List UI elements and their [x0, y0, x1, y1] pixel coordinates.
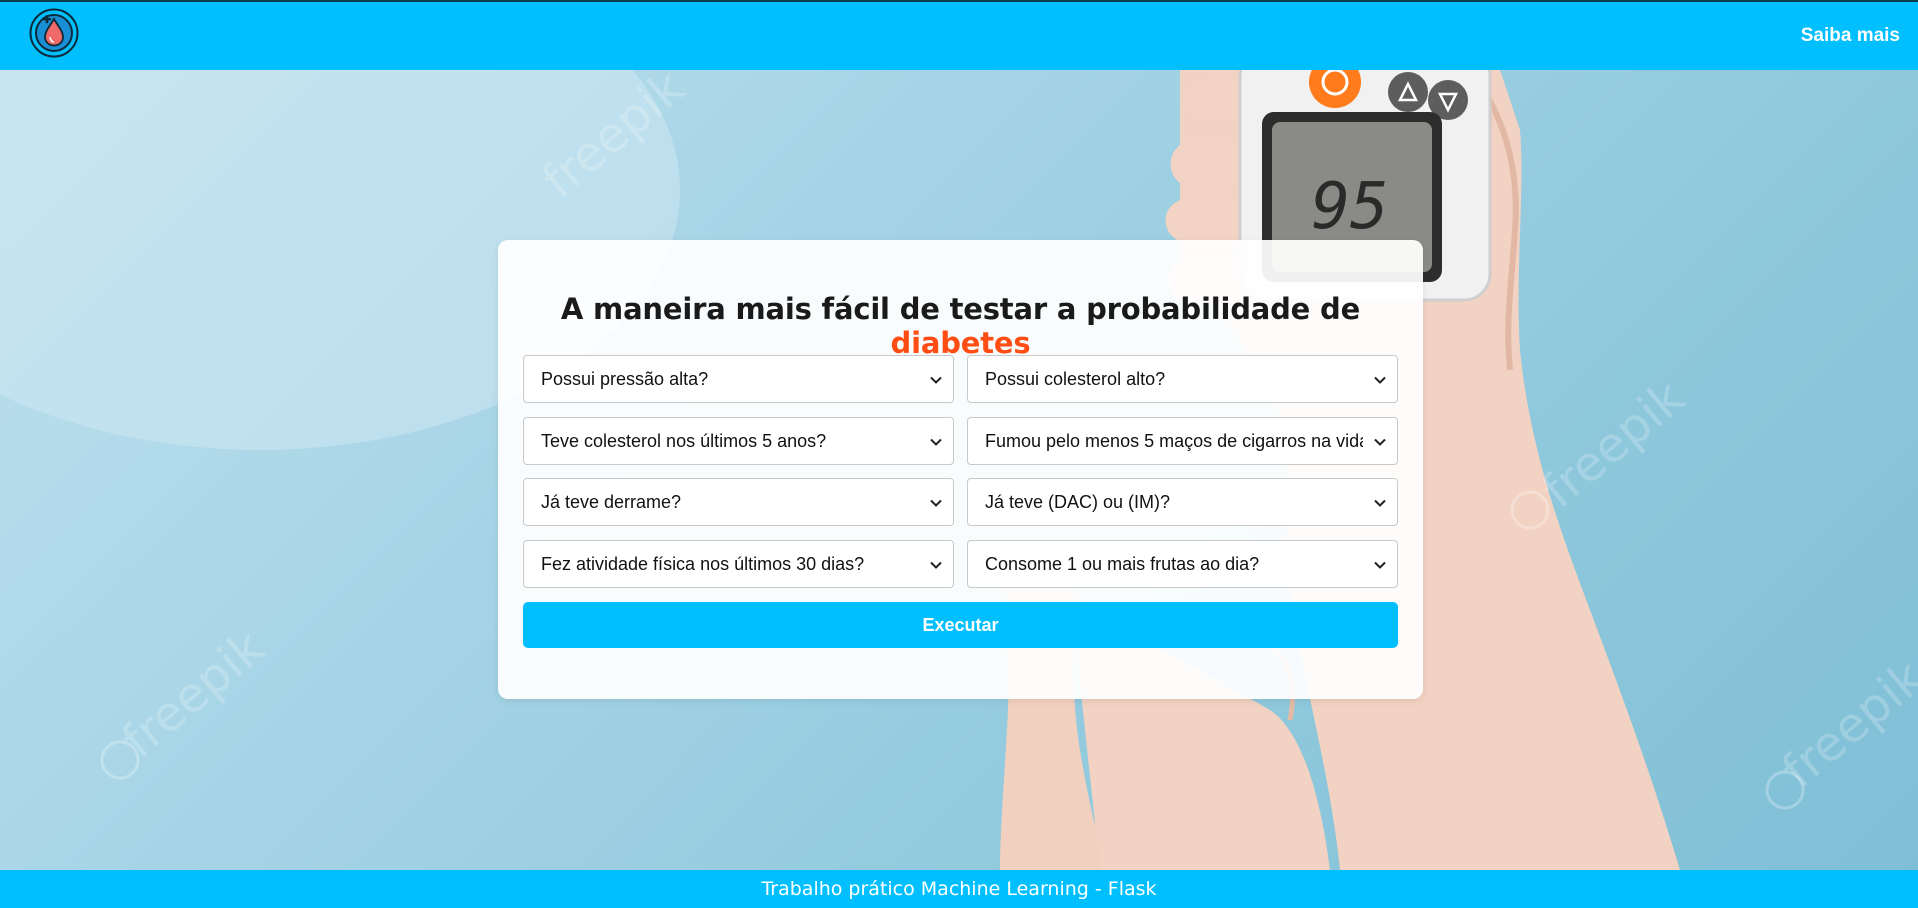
chevron-down-icon: [930, 438, 942, 446]
page-title: A maneira mais fácil de testar a probabi…: [498, 292, 1423, 360]
chevron-down-icon: [1374, 561, 1386, 569]
select-colesterol-alto[interactable]: Possui colesterol alto?: [967, 355, 1398, 403]
footer-text: Trabalho prático Machine Learning - Flas…: [761, 878, 1157, 900]
chevron-down-icon: [1374, 499, 1386, 507]
select-colesterol-5-anos[interactable]: Teve colesterol nos últimos 5 anos?: [523, 417, 954, 465]
svg-text:freepik: freepik: [1772, 649, 1918, 799]
select-frutas[interactable]: Consome 1 ou mais frutas ao dia?: [967, 540, 1398, 588]
blood-drop-icon[interactable]: [29, 8, 79, 58]
select-pressao-alta[interactable]: Possui pressão alta?: [523, 355, 954, 403]
select-fumou-cigarros[interactable]: Fumou pelo menos 5 maços de cigarros na …: [967, 417, 1398, 465]
saiba-mais-link[interactable]: Saiba mais: [1801, 25, 1900, 47]
select-atividade-fisica[interactable]: Fez atividade física nos últimos 30 dias…: [523, 540, 954, 588]
executar-button[interactable]: Executar: [523, 602, 1398, 648]
select-dac-im[interactable]: Já teve (DAC) ou (IM)?: [967, 478, 1398, 526]
svg-text:freepik: freepik: [1532, 369, 1696, 519]
footer: Trabalho prático Machine Learning - Flas…: [0, 870, 1918, 908]
diabetes-form-card: A maneira mais fácil de testar a probabi…: [498, 240, 1423, 699]
header: Saiba mais: [0, 2, 1918, 70]
meter-reading: 95: [1311, 170, 1388, 244]
chevron-down-icon: [930, 561, 942, 569]
title-text: A maneira mais fácil de testar a probabi…: [560, 292, 1361, 326]
select-derrame[interactable]: Já teve derrame?: [523, 478, 954, 526]
chevron-down-icon: [930, 499, 942, 507]
chevron-down-icon: [1374, 376, 1386, 384]
chevron-down-icon: [1374, 438, 1386, 446]
svg-text:freepik: freepik: [112, 619, 276, 769]
chevron-down-icon: [930, 376, 942, 384]
